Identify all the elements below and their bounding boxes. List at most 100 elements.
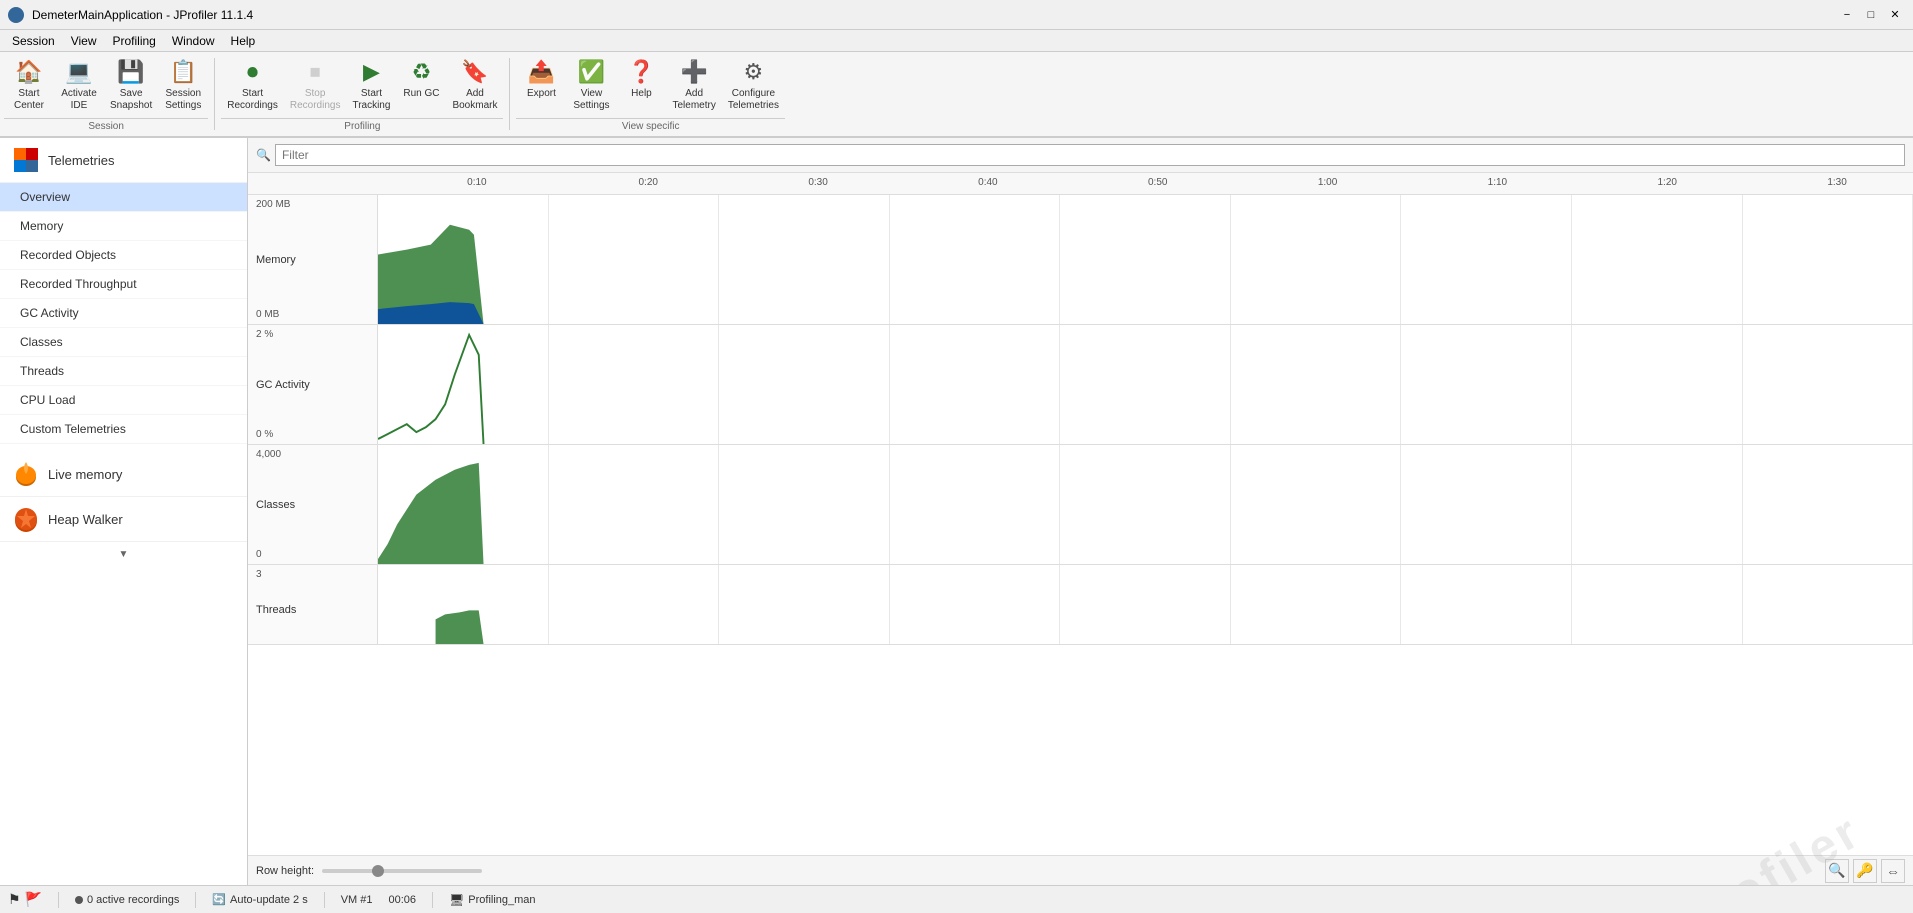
menu-window[interactable]: Window — [164, 32, 223, 50]
menu-help[interactable]: Help — [223, 32, 264, 50]
help-button[interactable]: ❓ Help — [616, 54, 666, 116]
tick-1-10: 1:10 — [1488, 177, 1507, 188]
sidebar-item-recorded-objects[interactable]: Recorded Objects — [0, 241, 247, 270]
sidebar-section-live-memory[interactable]: Live memory — [0, 452, 247, 497]
flag-icon: ⚑ — [8, 891, 21, 908]
stop-recordings-button[interactable]: ⏹ StopRecordings — [284, 54, 347, 116]
gc-chart-content — [378, 325, 1913, 444]
sidebar-expand-chevron[interactable]: ▼ — [0, 542, 247, 564]
memory-max-label: 200 MB — [256, 199, 369, 210]
zoom-out-button[interactable]: 🔑 — [1853, 859, 1877, 883]
toolbar-divider-2 — [509, 58, 510, 130]
window-title: DemeterMainApplication - JProfiler 11.1.… — [32, 8, 253, 22]
minimize-button[interactable]: − — [1837, 5, 1857, 25]
memory-chart-content — [378, 195, 1913, 324]
threads-chart-content — [378, 565, 1913, 644]
view-settings-icon: ✅ — [577, 58, 605, 86]
status-divider-1 — [58, 892, 59, 908]
classes-chart-svg — [378, 445, 1913, 564]
sidebar-section-telemetries[interactable]: Telemetries — [0, 138, 247, 183]
sidebar-item-recorded-throughput[interactable]: Recorded Throughput — [0, 270, 247, 299]
start-tracking-button[interactable]: ▶ StartTracking — [346, 54, 396, 116]
telemetries-label: Telemetries — [48, 153, 114, 168]
tick-0-20: 0:20 — [639, 177, 658, 188]
view-settings-button[interactable]: ✅ ViewSettings — [566, 54, 616, 116]
status-flag-item: ⚑ 🚩 — [8, 891, 42, 908]
activate-ide-icon: 💻 — [65, 58, 93, 86]
stop-recordings-icon: ⏹ — [301, 58, 329, 86]
sidebar-section-heap-walker[interactable]: Heap Walker — [0, 497, 247, 542]
status-auto-update-item: 🔄 Auto-update 2 s — [212, 893, 307, 906]
add-telemetry-button[interactable]: ➕ AddTelemetry — [666, 54, 721, 116]
sidebar-item-cpu-load[interactable]: CPU Load — [0, 386, 247, 415]
filter-input[interactable] — [275, 144, 1905, 166]
sidebar-item-overview[interactable]: Overview — [0, 183, 247, 212]
gc-max-label: 2 % — [256, 329, 369, 340]
menu-session[interactable]: Session — [4, 32, 63, 50]
memory-label-col: 200 MB Memory 0 MB — [248, 195, 378, 324]
row-height-slider-thumb[interactable] — [372, 865, 384, 877]
activate-ide-button[interactable]: 💻 ActivateIDE — [54, 54, 104, 116]
zoom-in-button[interactable]: 🔍 — [1825, 859, 1849, 883]
live-memory-icon — [12, 460, 40, 488]
view-specific-group-label: View specific — [516, 118, 785, 134]
tick-1-00: 1:00 — [1318, 177, 1337, 188]
collapse-button[interactable]: ⇔ — [1881, 859, 1905, 883]
sidebar: Telemetries Overview Memory Recorded Obj… — [0, 138, 248, 885]
threads-chart-svg — [378, 565, 1913, 644]
active-recordings-text: 0 active recordings — [87, 894, 179, 906]
search-icon: 🔍 — [256, 148, 271, 162]
memory-chart-svg — [378, 195, 1913, 324]
classes-max-label: 4,000 — [256, 449, 369, 460]
sidebar-item-custom-telemetries[interactable]: Custom Telemetries — [0, 415, 247, 444]
tick-1-20: 1:20 — [1657, 177, 1676, 188]
toolbar-area: 🏠 StartCenter 💻 ActivateIDE 💾 SaveSnapsh… — [0, 52, 1913, 138]
configure-telemetries-icon: ⚙ — [739, 58, 767, 86]
timeline-header: 0:10 0:20 0:30 0:40 0:50 1:00 1:10 1:20 … — [248, 173, 1913, 195]
status-time-item: 00:06 — [389, 894, 417, 906]
maximize-button[interactable]: □ — [1861, 5, 1881, 25]
sidebar-item-memory[interactable]: Memory — [0, 212, 247, 241]
add-bookmark-button[interactable]: 🔖 AddBookmark — [446, 54, 503, 116]
status-vm-item: VM #1 — [341, 894, 373, 906]
session-settings-button[interactable]: 📋 SessionSettings — [158, 54, 208, 116]
export-button[interactable]: 📤 Export — [516, 54, 566, 116]
start-recordings-button[interactable]: ⏺ StartRecordings — [221, 54, 284, 116]
heap-walker-label: Heap Walker — [48, 512, 123, 527]
row-height-slider-track[interactable] — [322, 869, 482, 873]
sidebar-item-threads[interactable]: Threads — [0, 357, 247, 386]
sidebar-item-classes[interactable]: Classes — [0, 328, 247, 357]
start-recordings-icon: ⏺ — [239, 58, 267, 86]
auto-update-text: Auto-update 2 s — [230, 894, 308, 906]
menu-view[interactable]: View — [63, 32, 105, 50]
profiling-group: ⏺ StartRecordings ⏹ StopRecordings ▶ Sta… — [221, 54, 503, 134]
start-center-button[interactable]: 🏠 StartCenter — [4, 54, 54, 116]
title-bar-controls: − □ ✕ — [1837, 5, 1905, 25]
session-settings-icon: 📋 — [169, 58, 197, 86]
title-bar: DemeterMainApplication - JProfiler 11.1.… — [0, 0, 1913, 30]
threads-row-label: Threads — [256, 604, 369, 616]
profiling-mode-icon: 🖥 — [449, 893, 464, 907]
menu-profiling[interactable]: Profiling — [105, 32, 164, 50]
classes-chart-row: 4,000 Classes 0 — [248, 445, 1913, 565]
gc-activity-chart-row: 2 % GC Activity 0 % — [248, 325, 1913, 445]
save-snapshot-icon: 💾 — [117, 58, 145, 86]
close-button[interactable]: ✕ — [1885, 5, 1905, 25]
start-tracking-icon: ▶ — [357, 58, 385, 86]
bookmark-icon: 🚩 — [25, 891, 42, 908]
configure-telemetries-button[interactable]: ⚙ ConfigureTelemetries — [722, 54, 785, 116]
classes-row-label: Classes — [256, 499, 369, 511]
toolbar-divider-1 — [214, 58, 215, 130]
sidebar-item-gc-activity[interactable]: GC Activity — [0, 299, 247, 328]
recording-dot — [75, 896, 83, 904]
status-divider-3 — [324, 892, 325, 908]
threads-chart-row: 3 Threads — [248, 565, 1913, 645]
run-gc-button[interactable]: ♻ Run GC — [396, 54, 446, 116]
tick-1-30: 1:30 — [1827, 177, 1846, 188]
threads-max-label: 3 — [256, 569, 369, 580]
app-icon — [8, 7, 24, 23]
save-snapshot-button[interactable]: 💾 SaveSnapshot — [104, 54, 158, 116]
main-layout: Telemetries Overview Memory Recorded Obj… — [0, 138, 1913, 885]
profiling-group-label: Profiling — [221, 118, 503, 134]
run-gc-icon: ♻ — [407, 58, 435, 86]
